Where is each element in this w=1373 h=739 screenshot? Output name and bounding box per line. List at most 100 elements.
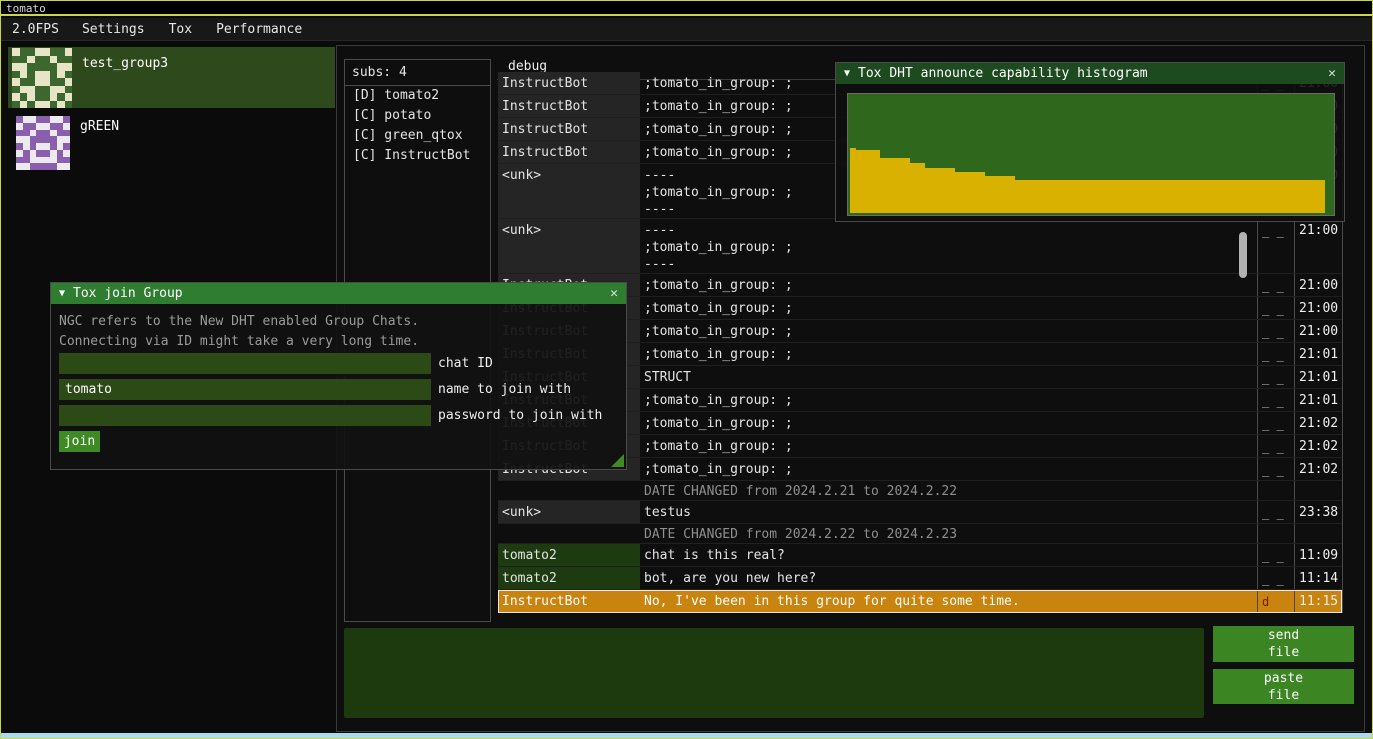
message-status-flags: _ _ [1257, 458, 1294, 480]
message-text: ;tomato_in_group: ; [640, 389, 1257, 411]
message-time: 21:00 [1294, 219, 1342, 273]
message-text: ;tomato_in_group: ; [640, 274, 1257, 296]
message-text: No, I've been in this group for quite so… [640, 590, 1257, 612]
message-time: 23:38 [1294, 501, 1342, 523]
message-status-flags: _ _ [1257, 343, 1294, 365]
message-time: 21:00 [1294, 297, 1342, 319]
member-item[interactable]: [D] tomato2 [345, 86, 490, 106]
message-text: bot, are you new here? [640, 567, 1257, 589]
histogram-window-title: Tox DHT announce capability histogram [858, 66, 1148, 81]
message-sender: <unk> [498, 501, 640, 523]
menu-bar: 2.0FPS Settings Tox Performance [1, 18, 1372, 41]
message-text: ;tomato_in_group: ; [640, 297, 1257, 319]
histogram-bar [856, 150, 880, 213]
message-sender: InstructBot [498, 590, 640, 612]
window-titlebar: tomato [1, 1, 1372, 16]
group-avatar [12, 48, 72, 108]
chat-scrollbar[interactable] [1239, 232, 1247, 278]
histogram-plot[interactable] [847, 93, 1335, 216]
fps-counter: 2.0FPS [1, 22, 70, 37]
message-status-flags: _ _ [1257, 435, 1294, 457]
message-status-flags: _ _ [1257, 274, 1294, 296]
message-text: ;tomato_in_group: ; [640, 343, 1257, 365]
resize-grip[interactable] [611, 454, 624, 467]
message-row[interactable]: <unk>---- ;tomato_in_group: ; ----_ _21:… [498, 219, 1342, 274]
message-time: 21:01 [1294, 343, 1342, 365]
histogram-window-titlebar: ▼ Tox DHT announce capability histogram … [836, 63, 1344, 84]
message-status-flags: _ _ [1257, 544, 1294, 566]
menu-tox[interactable]: Tox [157, 22, 204, 37]
histogram-bar [925, 168, 955, 213]
histogram-bar [1015, 180, 1325, 213]
message-text: ;tomato_in_group: ; [640, 458, 1257, 480]
message-sender: <unk> [498, 219, 640, 273]
message-row[interactable]: InstructBotNo, I've been in this group f… [498, 590, 1342, 613]
message-time: 21:02 [1294, 412, 1342, 434]
message-text: STRUCT [640, 366, 1257, 388]
join-window-title: Tox join Group [73, 286, 183, 301]
message-sender [498, 524, 640, 543]
histogram-bar [985, 176, 1015, 213]
close-icon[interactable]: ✕ [610, 286, 618, 301]
message-input[interactable] [344, 628, 1204, 718]
message-time: 21:01 [1294, 366, 1342, 388]
collapse-arrow-icon[interactable]: ▼ [59, 288, 65, 299]
roster-item-green[interactable]: gREEN [8, 114, 335, 172]
message-status-flags: _ _ [1257, 412, 1294, 434]
message-status-flags [1257, 524, 1294, 543]
send-file-button[interactable]: send file [1213, 626, 1354, 662]
close-icon[interactable]: ✕ [1328, 66, 1336, 81]
message-text: ;tomato_in_group: ; [640, 320, 1257, 342]
member-item[interactable]: [C] InstructBot [345, 146, 490, 166]
paste-file-button[interactable]: paste file [1213, 669, 1354, 704]
join-password-input[interactable] [59, 405, 431, 426]
message-time [1294, 524, 1342, 543]
message-time [1294, 481, 1342, 500]
subs-count: subs: 4 [345, 60, 490, 86]
message-status-flags: _ _ [1257, 567, 1294, 589]
join-info-text: NGC refers to the New DHT enabled Group … [59, 314, 419, 329]
date-change-row[interactable]: DATE CHANGED from 2024.2.22 to 2024.2.23 [498, 524, 1342, 544]
message-sender: <unk> [498, 164, 640, 218]
message-time: 21:01 [1294, 389, 1342, 411]
histogram-bar [910, 163, 925, 213]
message-text: testus [640, 501, 1257, 523]
message-status-flags: _ _ [1257, 320, 1294, 342]
join-button[interactable]: join [59, 431, 100, 452]
histogram-bar [955, 172, 985, 213]
message-status-flags: d [1257, 590, 1294, 612]
histogram-bar [880, 158, 910, 213]
roster-item-test-group3[interactable]: test_group3 [8, 47, 335, 108]
join-name-input[interactable] [59, 379, 431, 400]
member-item[interactable]: [C] potato [345, 106, 490, 126]
message-text: ;tomato_in_group: ; [640, 435, 1257, 457]
join-info-text: Connecting via ID might take a very long… [59, 334, 419, 349]
date-change-text: DATE CHANGED from 2024.2.21 to 2024.2.22 [640, 481, 1257, 500]
join-password-label: password to join with [438, 405, 602, 426]
message-row[interactable]: tomato2chat is this real?_ _11:09 [498, 544, 1342, 567]
message-text: ;tomato_in_group: ; [640, 412, 1257, 434]
chat-id-label: chat ID [438, 353, 493, 374]
message-sender: InstructBot [498, 141, 640, 163]
chat-id-input[interactable] [59, 353, 431, 374]
collapse-arrow-icon[interactable]: ▼ [844, 68, 850, 79]
message-row[interactable]: tomato2bot, are you new here?_ _11:14 [498, 567, 1342, 590]
join-window-titlebar: ▼ Tox join Group ✕ [51, 283, 626, 304]
message-status-flags: _ _ [1257, 389, 1294, 411]
message-text: ---- ;tomato_in_group: ; ---- [640, 219, 1257, 273]
message-time: 11:14 [1294, 567, 1342, 589]
message-status-flags: _ _ [1257, 501, 1294, 523]
message-time: 21:02 [1294, 458, 1342, 480]
menu-performance[interactable]: Performance [204, 22, 314, 37]
message-status-flags: _ _ [1257, 297, 1294, 319]
message-status-flags: _ _ [1257, 366, 1294, 388]
date-change-row[interactable]: DATE CHANGED from 2024.2.21 to 2024.2.22 [498, 481, 1342, 501]
histogram-bars [850, 148, 1325, 213]
menu-settings[interactable]: Settings [70, 22, 157, 37]
app-window: tomato 2.0FPS Settings Tox Performance t… [0, 0, 1373, 739]
join-name-label: name to join with [438, 379, 571, 400]
message-row[interactable]: <unk>testus_ _23:38 [498, 501, 1342, 524]
window-title: tomato [6, 2, 46, 15]
member-item[interactable]: [C] green_qtox [345, 126, 490, 146]
message-time: 11:15 [1294, 590, 1342, 612]
